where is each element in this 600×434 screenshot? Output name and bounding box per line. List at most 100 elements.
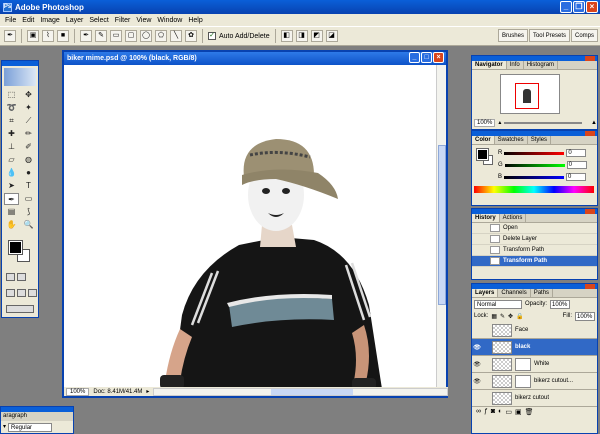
eraser-tool-icon[interactable]: ▱ <box>4 154 19 166</box>
menu-select[interactable]: Select <box>86 17 111 24</box>
tab-paragraph[interactable]: aragraph <box>1 412 73 421</box>
history-item-selected[interactable]: Transform Path <box>472 256 597 267</box>
adjustment-layer-icon[interactable]: ◐ <box>498 408 502 415</box>
hscroll-thumb[interactable] <box>271 388 354 395</box>
tab-paths[interactable]: Paths <box>531 289 554 297</box>
opacity-field[interactable]: 100% <box>550 299 571 309</box>
eye-icon[interactable]: 👁 <box>472 344 482 351</box>
eye-icon[interactable]: 👁 <box>472 378 482 385</box>
photoshop-feather-icon[interactable] <box>4 68 36 86</box>
dodge-tool-icon[interactable]: ● <box>21 167 36 179</box>
zoom-in-icon[interactable]: ▲ <box>591 120 597 126</box>
channel-b-slider[interactable] <box>504 175 565 179</box>
layer-row[interactable]: bikerz cutout <box>472 390 597 407</box>
document-horizontal-scrollbar[interactable] <box>153 387 448 396</box>
foreground-color-swatch[interactable] <box>8 240 23 255</box>
menu-file[interactable]: File <box>2 17 19 24</box>
magic-wand-tool-icon[interactable]: ✦ <box>21 102 36 114</box>
menu-edit[interactable]: Edit <box>19 17 37 24</box>
eye-icon[interactable]: 👁 <box>472 361 482 368</box>
brush-tool-icon[interactable]: ✏ <box>21 128 36 140</box>
navigator-thumbnail[interactable] <box>500 74 560 114</box>
panel-handle[interactable] <box>472 284 597 289</box>
line-shape-icon[interactable]: ╲ <box>170 30 182 42</box>
zoom-tool-icon[interactable]: 🔍 <box>21 219 36 231</box>
fill-pixels-icon[interactable]: ■ <box>57 30 69 42</box>
clone-stamp-tool-icon[interactable]: ⊥ <box>4 141 19 153</box>
polygon-shape-icon[interactable]: ⬠ <box>155 30 167 42</box>
marquee-tool-icon[interactable]: ⬚ <box>4 89 19 101</box>
tab-layers[interactable]: Layers <box>472 289 499 297</box>
auto-add-delete-checkbox[interactable]: ✓ <box>208 32 216 40</box>
minimize-button[interactable]: _ <box>560 1 572 13</box>
shape-tool-icon[interactable]: ▭ <box>21 193 36 205</box>
history-item[interactable]: Open <box>472 223 597 234</box>
channel-r-value[interactable]: 0 <box>566 149 587 157</box>
path-selection-tool-icon[interactable]: ➤ <box>4 180 19 192</box>
menu-help[interactable]: Help <box>185 17 205 24</box>
move-tool-icon[interactable]: ✥ <box>21 89 36 101</box>
history-brush-tool-icon[interactable]: ✐ <box>21 141 36 153</box>
restore-button[interactable]: ❐ <box>573 1 585 13</box>
full-screen-icon[interactable] <box>28 289 37 297</box>
lock-paint-icon[interactable]: ✎ <box>500 313 505 320</box>
lasso-tool-icon[interactable]: ➰ <box>4 102 19 114</box>
channel-g-value[interactable]: 0 <box>566 161 587 169</box>
quick-mask-mode-icon[interactable] <box>17 273 26 281</box>
tab-history[interactable]: History <box>472 214 500 222</box>
close-button[interactable]: × <box>586 1 598 13</box>
document-vertical-scrollbar[interactable] <box>436 65 446 389</box>
fill-field[interactable]: 100% <box>575 311 595 321</box>
lock-position-icon[interactable]: ✥ <box>508 313 513 320</box>
paint-bucket-tool-icon[interactable]: ◍ <box>21 154 36 166</box>
panel-handle[interactable] <box>472 131 597 136</box>
healing-brush-tool-icon[interactable]: ✚ <box>4 128 19 140</box>
pen-tool-icon[interactable]: ✒ <box>4 193 19 205</box>
status-arrow-icon[interactable]: ▸ <box>146 388 149 395</box>
history-item[interactable]: Transform Path <box>472 245 597 256</box>
tab-info[interactable]: Info <box>507 61 524 69</box>
hand-tool-icon[interactable]: ✋ <box>4 219 19 231</box>
menu-image[interactable]: Image <box>37 17 62 24</box>
freeform-pen-icon[interactable]: ✎ <box>95 30 107 42</box>
channel-r-slider[interactable] <box>504 151 565 155</box>
channel-b-value[interactable]: 0 <box>566 173 587 181</box>
panel-handle[interactable] <box>472 209 597 214</box>
add-mask-icon[interactable]: ◙ <box>491 408 495 415</box>
slice-tool-icon[interactable]: ⟋ <box>21 115 36 127</box>
tab-color[interactable]: Color <box>472 136 495 144</box>
link-layers-icon[interactable]: ∞ <box>476 408 481 415</box>
new-layer-icon[interactable]: ▣ <box>515 408 522 416</box>
tab-histogram[interactable]: Histogram <box>524 61 559 69</box>
lock-transparency-icon[interactable]: ▦ <box>491 313 497 320</box>
blur-tool-icon[interactable]: 💧 <box>4 167 19 179</box>
doc-minimize-button[interactable]: _ <box>409 52 420 63</box>
palette-well-brushes[interactable]: Brushes <box>497 29 528 42</box>
rectangle-shape-icon[interactable]: ▭ <box>110 30 122 42</box>
pen-tool-icon[interactable]: ✒ <box>4 30 16 42</box>
full-screen-menu-icon[interactable] <box>17 289 26 297</box>
layer-style-icon[interactable]: ƒ <box>484 408 488 415</box>
doc-info[interactable]: Doc: 8.41M/41.4M <box>93 389 142 395</box>
foreground-color-swatch[interactable] <box>476 148 489 161</box>
font-style-select[interactable]: Regular <box>8 423 53 432</box>
zoom-out-icon[interactable]: ▴ <box>498 119 501 126</box>
layer-row[interactable]: Face <box>472 322 597 339</box>
navigator-zoom[interactable]: 100% <box>474 118 496 127</box>
jump-to-imageready-icon[interactable] <box>6 305 34 313</box>
trash-icon[interactable]: 🗑 <box>525 408 534 416</box>
layer-row[interactable]: 👁 White <box>472 356 597 373</box>
blend-mode-select[interactable]: Normal <box>474 299 522 309</box>
tab-swatches[interactable]: Swatches <box>495 136 528 144</box>
new-group-icon[interactable]: ▭ <box>505 408 512 416</box>
eyedropper-tool-icon[interactable]: ⟆ <box>21 206 36 218</box>
menu-view[interactable]: View <box>133 17 154 24</box>
paths-icon[interactable]: ⌇ <box>42 30 54 42</box>
menu-filter[interactable]: Filter <box>112 17 134 24</box>
panel-handle[interactable] <box>472 56 597 61</box>
ellipse-shape-icon[interactable]: ◯ <box>140 30 152 42</box>
add-to-path-icon[interactable]: ◧ <box>280 30 293 42</box>
custom-shape-icon[interactable]: ✿ <box>185 30 197 42</box>
lock-all-icon[interactable]: 🔒 <box>516 313 523 320</box>
color-spectrum-bar[interactable] <box>474 186 594 193</box>
